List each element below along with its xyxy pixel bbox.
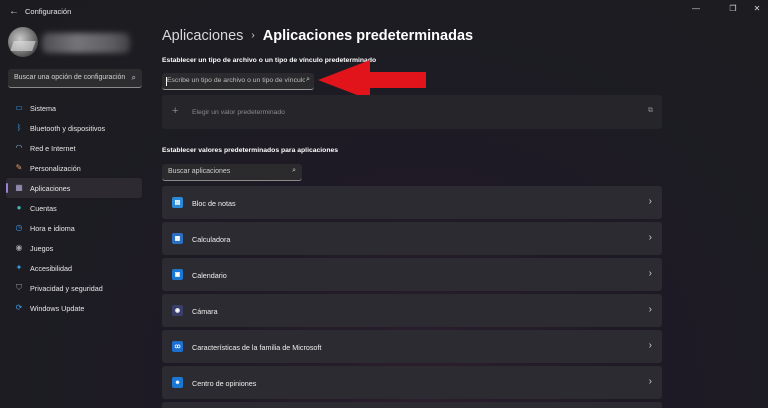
sidebar-item-windows-update[interactable]: ⟳ Windows Update bbox=[6, 298, 142, 318]
breadcrumb: Aplicaciones › Aplicaciones predeterminada… bbox=[162, 28, 473, 44]
sidebar-item-label: Aplicaciones bbox=[30, 183, 71, 193]
sidebar-item-bluetooth[interactable]: ᛒ Bluetooth y dispositivos bbox=[6, 118, 142, 138]
list-item[interactable]: ▤ Bloc de notas › bbox=[162, 186, 662, 219]
sidebar-item-cuentas[interactable]: ● Cuentas bbox=[6, 198, 142, 218]
app-name: Características de la familia de Microso… bbox=[192, 343, 322, 352]
bluetooth-icon: ᛒ bbox=[16, 123, 22, 132]
plus-icon: + bbox=[172, 105, 179, 117]
apps-search-placeholder: Buscar aplicaciones bbox=[168, 168, 231, 175]
list-item[interactable]: ▣ Calendario › bbox=[162, 258, 662, 291]
person-icon: ● bbox=[16, 203, 22, 212]
breadcrumb-separator-icon: › bbox=[251, 30, 255, 41]
sidebar-item-label: Personalización bbox=[30, 163, 81, 173]
list-item[interactable]: ꝏ Características de la familia de Micro… bbox=[162, 330, 662, 363]
chevron-right-icon: › bbox=[648, 304, 652, 315]
search-icon[interactable]: ⌕ bbox=[292, 167, 296, 175]
list-item[interactable]: ☻ Centro de opiniones › bbox=[162, 366, 662, 399]
accessibility-icon: ✦ bbox=[15, 263, 23, 272]
window-title: Configuración bbox=[25, 7, 72, 16]
sidebar-item-privacidad[interactable]: ⛉ Privacidad y seguridad bbox=[6, 278, 142, 298]
apps-section-label: Establecer valores predeterminados para … bbox=[162, 147, 339, 154]
notepad-icon: ▤ bbox=[172, 197, 183, 208]
breadcrumb-parent[interactable]: Aplicaciones bbox=[162, 28, 243, 44]
app-name: Centro de opiniones bbox=[192, 379, 257, 388]
sidebar-item-red[interactable]: ◠ Red e Internet bbox=[6, 138, 142, 158]
sidebar-item-juegos[interactable]: ◉ Juegos bbox=[6, 238, 142, 258]
chevron-right-icon: › bbox=[648, 196, 652, 207]
title-bar: ← Configuración — ❐ ✕ bbox=[0, 0, 768, 24]
monitor-icon: ▭ bbox=[15, 103, 23, 112]
chevron-right-icon: › bbox=[648, 376, 652, 387]
shield-icon: ⛉ bbox=[16, 283, 22, 292]
sidebar-item-label: Red e Internet bbox=[30, 143, 76, 153]
back-arrow-icon[interactable]: ← bbox=[9, 6, 19, 17]
external-link-icon: ⧉ bbox=[648, 107, 653, 114]
calculator-icon: ▦ bbox=[172, 233, 183, 244]
app-name: Calculadora bbox=[192, 235, 231, 244]
app-name: Cámara bbox=[192, 307, 218, 316]
apps-search-input[interactable]: Buscar aplicaciones ⌕ bbox=[162, 164, 302, 181]
avatar[interactable] bbox=[8, 27, 38, 57]
apps-list: ▤ Bloc de notas › ▦ Calculadora › ▣ Cale… bbox=[162, 186, 662, 408]
brush-icon: ✎ bbox=[15, 163, 23, 172]
sidebar-item-personalizacion[interactable]: ✎ Personalización bbox=[6, 158, 142, 178]
sidebar-item-label: Privacidad y seguridad bbox=[30, 283, 103, 293]
camera-icon: ◉ bbox=[172, 305, 183, 316]
filetype-search-placeholder: Escribe un tipo de archivo o un tipo de … bbox=[167, 77, 305, 84]
sidebar-item-label: Accesibilidad bbox=[30, 263, 72, 273]
chevron-right-icon: › bbox=[648, 340, 652, 351]
apps-icon: ▦ bbox=[15, 183, 23, 192]
list-item[interactable]: ◉ Cámara › bbox=[162, 294, 662, 327]
sidebar-item-aplicaciones[interactable]: ▦ Aplicaciones bbox=[6, 178, 142, 198]
sidebar-item-label: Windows Update bbox=[30, 303, 85, 313]
close-icon[interactable]: ✕ bbox=[751, 4, 763, 13]
list-item[interactable]: ▦ Calculadora › bbox=[162, 222, 662, 255]
sidebar-item-label: Hora e idioma bbox=[30, 223, 75, 233]
sidebar-nav: ▭ Sistema ᛒ Bluetooth y dispositivos ◠ R… bbox=[6, 98, 142, 318]
search-icon[interactable]: ⌕ bbox=[132, 73, 136, 83]
sidebar-item-label: Cuentas bbox=[30, 203, 57, 213]
wifi-icon: ◠ bbox=[15, 143, 23, 152]
update-icon: ⟳ bbox=[15, 303, 23, 312]
settings-search-placeholder: Buscar una opción de configuración bbox=[14, 74, 126, 81]
search-icon[interactable]: ⌕ bbox=[306, 76, 310, 84]
sidebar-item-label: Sistema bbox=[30, 103, 56, 113]
app-name: Bloc de notas bbox=[192, 199, 236, 208]
sidebar-item-label: Juegos bbox=[30, 243, 54, 253]
sidebar-item-sistema[interactable]: ▭ Sistema bbox=[6, 98, 142, 118]
app-name: Calendario bbox=[192, 271, 227, 280]
family-icon: ꝏ bbox=[172, 341, 183, 352]
profile-name-blurred bbox=[42, 33, 130, 53]
sidebar-item-hora[interactable]: ◷ Hora e idioma bbox=[6, 218, 142, 238]
page-title: Aplicaciones predeterminadas bbox=[262, 28, 474, 44]
globe-clock-icon: ◷ bbox=[15, 223, 23, 232]
feedback-icon: ☻ bbox=[172, 377, 183, 388]
settings-search-input[interactable]: Buscar una opción de configuración ⌕ bbox=[8, 69, 142, 88]
chevron-right-icon: › bbox=[648, 232, 652, 243]
choose-default-row[interactable]: + Elegir un valor predeterminado ⧉ bbox=[162, 95, 662, 129]
choose-default-label: Elegir un valor predeterminado bbox=[192, 109, 285, 116]
gamepad-icon: ◉ bbox=[15, 243, 23, 252]
chevron-right-icon: › bbox=[648, 268, 652, 279]
list-item[interactable] bbox=[162, 402, 662, 408]
maximize-icon[interactable]: ❐ bbox=[727, 4, 739, 13]
minimize-icon[interactable]: — bbox=[690, 4, 702, 13]
sidebar-item-label: Bluetooth y dispositivos bbox=[30, 123, 106, 133]
sidebar-item-accesibilidad[interactable]: ✦ Accesibilidad bbox=[6, 258, 142, 278]
red-arrow-shape bbox=[318, 60, 426, 100]
calendar-icon: ▣ bbox=[172, 269, 183, 280]
filetype-search-input[interactable]: Escribe un tipo de archivo o un tipo de … bbox=[162, 73, 314, 90]
